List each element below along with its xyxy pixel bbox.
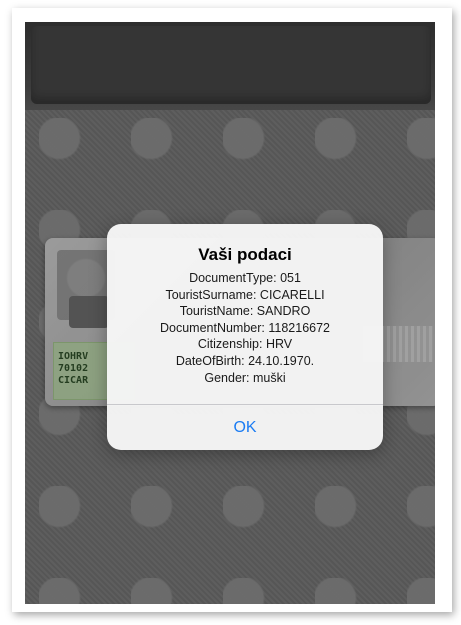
ok-button[interactable]: OK	[107, 405, 383, 450]
camera-view: IOHRV 70102 CICAR Vaši podaci DocumentTy…	[25, 22, 435, 604]
alert-line-tourist-surname: TouristSurname: CICARELLI	[165, 287, 325, 302]
alert-line-gender: Gender: muški	[204, 370, 286, 385]
alert-line-date-of-birth: DateOfBirth: 24.10.1970.	[175, 353, 315, 368]
alert-dialog: Vaši podaci DocumentType: 051 TouristSur…	[107, 224, 383, 450]
screenshot-frame: IOHRV 70102 CICAR Vaši podaci DocumentTy…	[12, 8, 452, 612]
alert-line-document-number: DocumentNumber: 118216672	[159, 320, 330, 335]
alert-message: DocumentType: 051 TouristSurname: CICARE…	[107, 270, 383, 386]
alert-line-document-type: DocumentType: 051	[189, 271, 301, 285]
alert-line-tourist-name: TouristName: SANDRO	[179, 304, 311, 319]
alert-title: Vaši podaci	[198, 245, 292, 264]
alert-line-citizenship: Citizenship: HRV	[197, 337, 293, 352]
